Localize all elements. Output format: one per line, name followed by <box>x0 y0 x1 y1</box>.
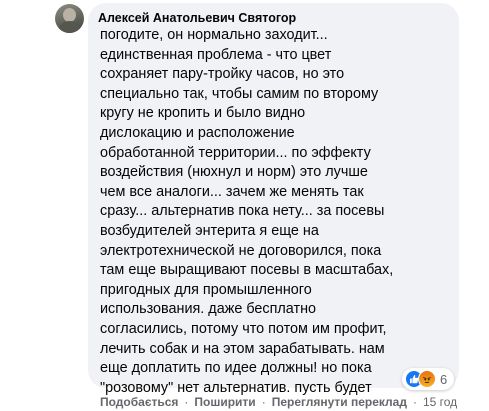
comment-text-line: сохраняет пару-тройку часов, но это <box>100 66 345 83</box>
comment-text-line: обработанной территории... по эффекту <box>100 144 371 161</box>
avatar[interactable] <box>55 4 84 33</box>
avatar-head <box>63 8 76 22</box>
comment-text-line: еще доплатить по идее должны! но пока <box>100 360 372 377</box>
comment-text-line: электротехнической не договорился, пока <box>100 242 382 259</box>
comment-timestamp[interactable]: 15 год <box>423 394 457 410</box>
like-button[interactable]: Подобається <box>100 394 178 410</box>
comment-text-line: погодите, он нормально заходит... <box>100 27 328 43</box>
reactions-summary[interactable]: 6 <box>402 368 455 390</box>
comment-text-line: кругу не кропить и было видно <box>100 105 306 122</box>
comment-text-line: там еще выращивают посевы в масштабах, <box>100 262 394 279</box>
reaction-count: 6 <box>440 371 448 387</box>
separator-dot: · <box>412 395 417 409</box>
see-translation-button[interactable]: Переглянути переклад <box>272 394 407 410</box>
avatar-body <box>58 21 81 33</box>
comment-actions: Подобається · Поширити · Переглянути пер… <box>100 394 457 410</box>
comment-text-line: использования. даже бесплатно <box>100 301 317 318</box>
comment-text-line: возбудителей энтерита я еще на <box>100 222 319 239</box>
comment-text-line: согласились, потому что потом им профит, <box>100 320 387 337</box>
comment-text-line: сразу... альтернатив пока нету... за пос… <box>100 203 385 220</box>
comment-author[interactable]: Алексей Анатольевич Святогор <box>98 10 447 26</box>
comment-bubble: Алексей Анатольевич Святогор погодите, о… <box>88 3 459 396</box>
comment: Алексей Анатольевич Святогор погодите, о… <box>0 0 489 411</box>
comment-text-line: единственная проблема - что цвет <box>100 46 332 63</box>
share-button[interactable]: Поширити <box>194 394 255 410</box>
comment-text-line: воздействия (нюхнул и норм) это лучше <box>100 164 368 181</box>
comment-text-line: пригодных для промышленного <box>100 281 312 298</box>
separator-dot: · <box>261 395 266 409</box>
comment-text-line: дислокацию и расположение <box>100 124 295 141</box>
comment-text: погодите, он нормально заходит... единств… <box>100 26 447 398</box>
angry-icon <box>418 370 436 388</box>
separator-dot: · <box>184 395 189 409</box>
comment-text-line: чем все аналоги... зачем же менять так <box>100 183 364 200</box>
comment-text-line: специально так, чтобы самим по второму <box>100 85 379 102</box>
comment-text-line: лечить собак и на этом зарабатывать. нам <box>100 340 385 357</box>
